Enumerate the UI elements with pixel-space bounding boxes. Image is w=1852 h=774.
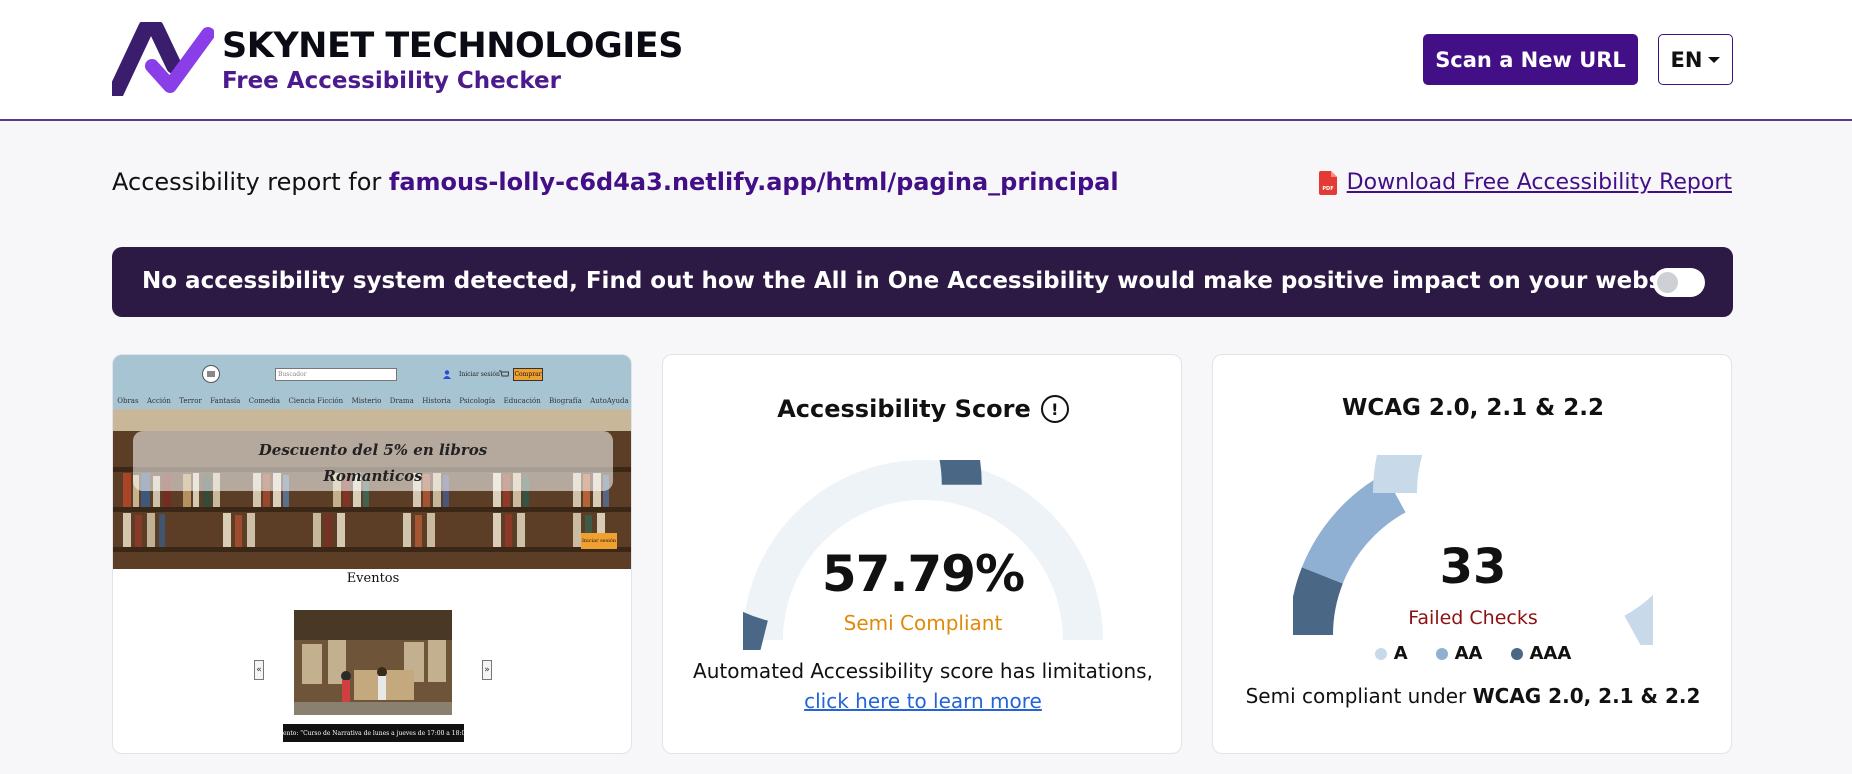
accessibility-banner: No accessibility system detected, Find o…: [112, 247, 1733, 317]
failed-checks-label: Failed Checks: [1408, 607, 1538, 629]
download-report-label: Download Free Accessibility Report: [1346, 170, 1732, 195]
preview-event-caption: Evento: "Curso de Narrativa de lunes a j…: [275, 724, 472, 742]
score-value: 57.79%: [821, 545, 1025, 603]
score-limitations-note: Automated Accessibility score has limita…: [693, 659, 1153, 683]
legend-item-aa: AA: [1435, 643, 1483, 664]
legend-item-a: A: [1374, 643, 1408, 664]
legend-dot-icon: [1510, 647, 1523, 660]
failed-checks-count: 33: [1439, 539, 1507, 595]
pdf-file-icon: PDF: [1318, 170, 1337, 195]
preview-cart-icon: [499, 370, 509, 377]
legend-label: A: [1393, 643, 1408, 664]
accessibility-score-card: Accessibility Score ! 57.79% Semi Compli…: [662, 354, 1182, 754]
preview-event-photo: [294, 610, 452, 715]
preview-hero-button: Iniciar sesión: [581, 533, 617, 549]
preview-logo-icon: [202, 365, 220, 383]
legend-dot-icon: [1374, 647, 1387, 660]
legend-item-aaa: AAA: [1510, 643, 1572, 664]
report-prefix: Accessibility report for: [112, 168, 382, 196]
bookstore-photo-image: [294, 610, 452, 715]
site-header: SKYNET TECHNOLOGIES Free Accessibility C…: [0, 0, 1852, 121]
wcag-note-prefix: Semi compliant under: [1245, 684, 1467, 708]
toggle-knob: [1657, 272, 1678, 293]
wcag-note-bold: WCAG 2.0, 2.1 & 2.2: [1472, 684, 1701, 708]
legend-label: AAA: [1529, 643, 1572, 664]
preview-events-title: Eventos: [346, 571, 400, 586]
preview-hero-line2: Romanticos: [323, 467, 423, 485]
legend-dot-icon: [1435, 647, 1448, 660]
accessibility-toggle[interactable]: [1653, 268, 1705, 297]
score-status: Semi Compliant: [843, 611, 1003, 635]
chevron-down-icon: [1708, 56, 1721, 63]
preview-prev-arrow-icon: «: [254, 660, 264, 680]
preview-next-arrow-icon: »: [482, 660, 492, 680]
preview-hero-image: Descuento del 5% en libros Romanticos In…: [113, 409, 631, 569]
download-report-link[interactable]: PDF Download Free Accessibility Report: [1318, 170, 1732, 195]
banner-text: No accessibility system detected, Find o…: [142, 268, 1706, 294]
skynet-logo-icon[interactable]: [112, 22, 214, 96]
preview-hero-line1: Descuento del 5% en libros: [258, 441, 488, 459]
preview-login-label: Iniciar sesión: [459, 371, 500, 378]
wcag-legend: A AA AAA: [1213, 643, 1731, 664]
scan-new-url-button[interactable]: Scan a New URL: [1423, 34, 1638, 85]
brand-subtitle: Free Accessibility Checker: [222, 68, 561, 94]
wcag-compliance-note: Semi compliant under WCAG 2.0, 2.1 & 2.2: [1213, 684, 1731, 708]
language-label: EN: [1670, 47, 1703, 72]
preview-buy-button: Comprar: [513, 368, 543, 381]
legend-label: AA: [1454, 643, 1483, 664]
info-icon[interactable]: !: [1040, 395, 1069, 423]
score-title-label: Accessibility Score: [777, 395, 1031, 423]
report-url: famous-lolly-c6d4a3.netlify.app/html/pag…: [388, 168, 1119, 196]
pdf-icon-text: PDF: [1322, 186, 1333, 192]
website-preview-card: Buscador Iniciar sesión Comprar Obras Acc…: [112, 354, 632, 754]
learn-more-link[interactable]: click here to learn more: [663, 689, 1181, 713]
wcag-card: WCAG 2.0, 2.1 & 2.2 33 Failed Checks A AA…: [1212, 354, 1732, 754]
language-dropdown[interactable]: EN: [1658, 34, 1733, 85]
score-title: Accessibility Score !: [663, 395, 1181, 423]
preview-user-icon: [443, 370, 451, 379]
wcag-title: WCAG 2.0, 2.1 & 2.2: [1342, 395, 1604, 421]
preview-search-input: Buscador: [275, 368, 397, 381]
preview-hero-text: Descuento del 5% en libros Romanticos: [113, 437, 631, 489]
report-heading: Accessibility report for famous-lolly-c6…: [112, 168, 1119, 196]
brand-title: SKYNET TECHNOLOGIES: [222, 26, 683, 66]
